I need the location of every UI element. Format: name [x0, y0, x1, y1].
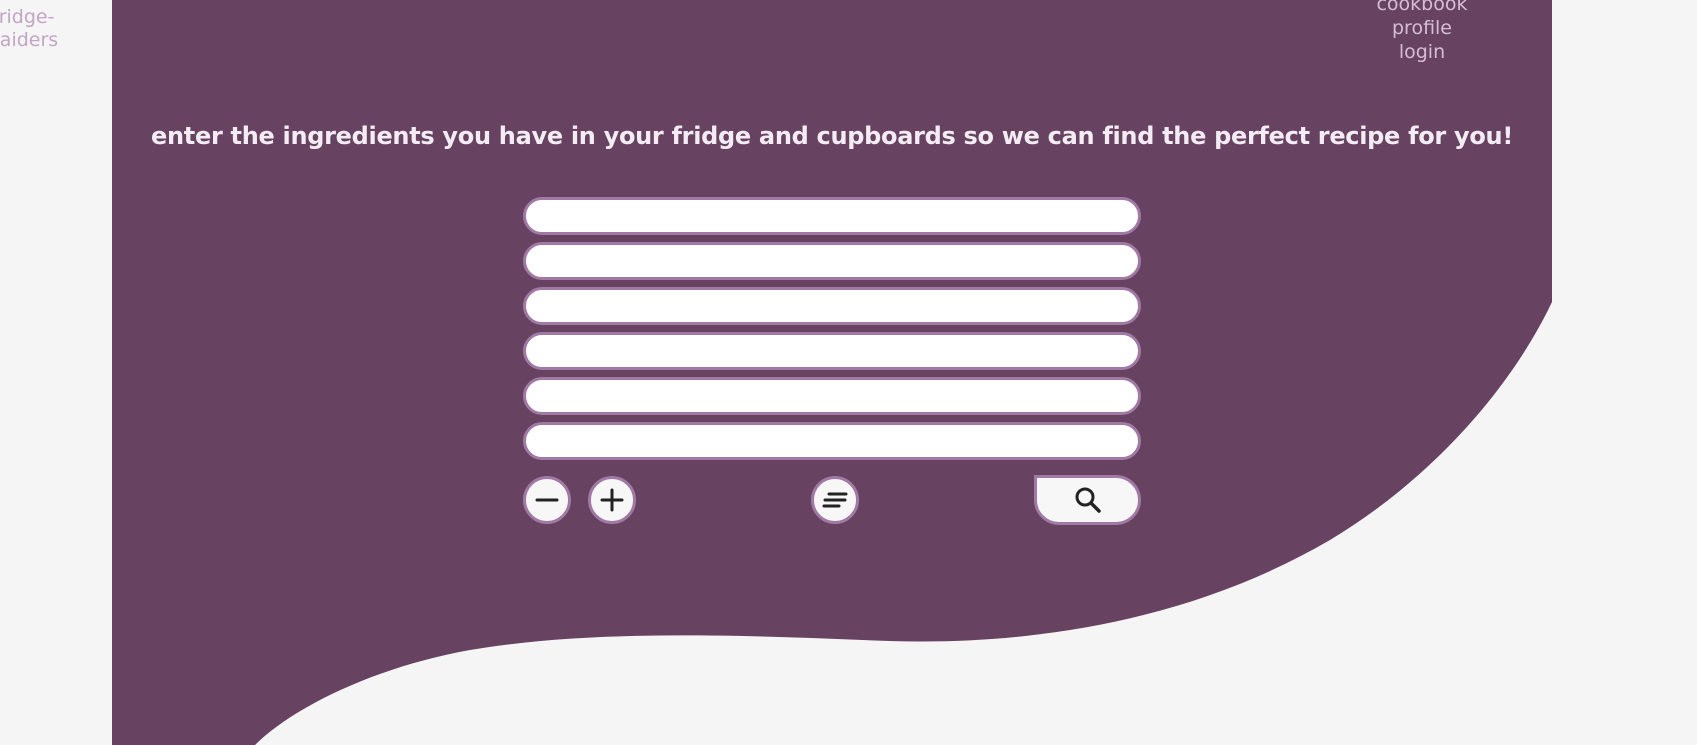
page-heading: enter the ingredients you have in your f…	[151, 122, 1513, 151]
minus-icon	[535, 498, 559, 502]
ingredient-input-3[interactable]	[523, 287, 1141, 325]
filter-button[interactable]	[811, 476, 859, 524]
plus-icon	[600, 488, 624, 512]
nav-link-login[interactable]: login	[1322, 40, 1522, 64]
ingredient-input-1[interactable]	[523, 197, 1141, 235]
add-ingredient-button[interactable]	[588, 476, 636, 524]
ingredient-input-5[interactable]	[523, 377, 1141, 415]
ingredient-input-6[interactable]	[523, 422, 1141, 460]
filter-lines-icon	[822, 492, 848, 508]
search-button[interactable]	[1034, 475, 1141, 525]
brand-logo[interactable]: fridge- raiders	[0, 6, 59, 52]
nav-link-cookbook[interactable]: cookbook	[1322, 0, 1522, 16]
top-nav: cookbook profile login	[1322, 0, 1522, 64]
remove-ingredient-button[interactable]	[523, 476, 571, 524]
nav-link-profile[interactable]: profile	[1322, 16, 1522, 40]
brand-line-2: raiders	[0, 29, 59, 51]
ingredient-input-4[interactable]	[523, 332, 1141, 370]
ingredient-list	[523, 197, 1141, 467]
ingredient-input-2[interactable]	[523, 242, 1141, 280]
page: fridge- raiders cookbook profile login e…	[0, 0, 1697, 745]
brand-line-1: fridge-	[0, 6, 55, 28]
search-icon	[1075, 487, 1101, 513]
